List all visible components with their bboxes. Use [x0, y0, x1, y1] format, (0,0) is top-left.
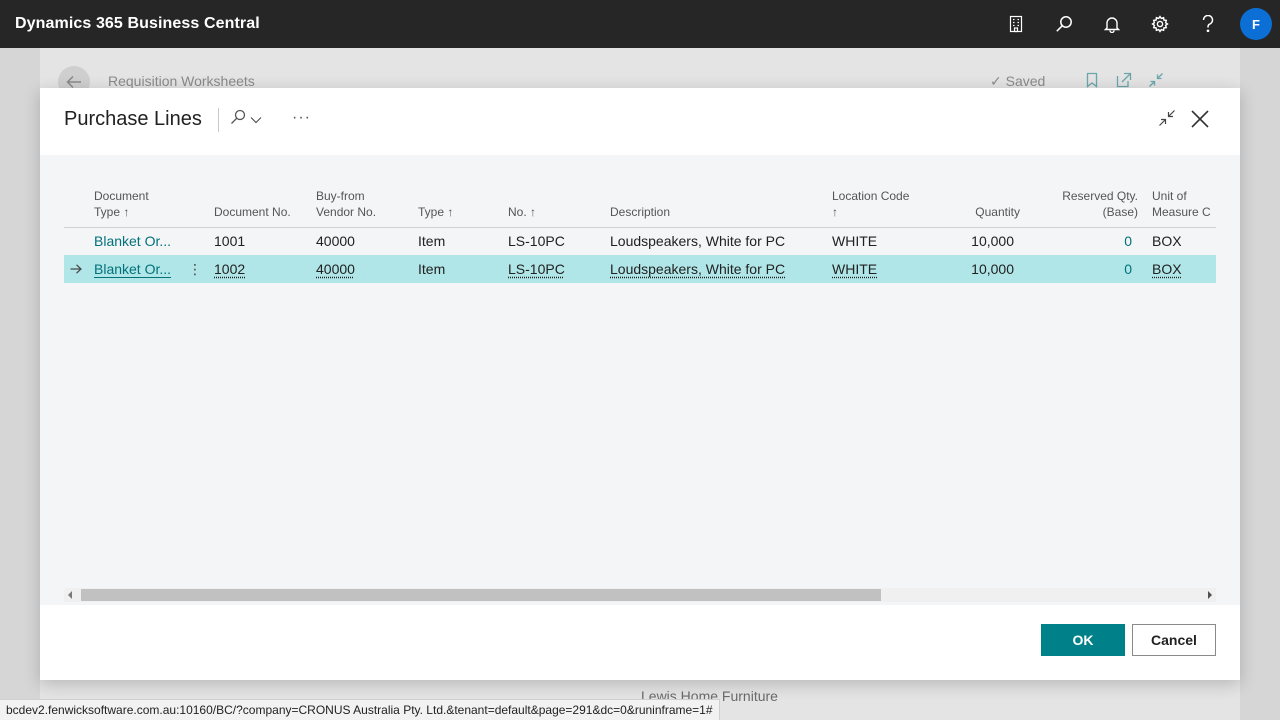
reserved-qty-cell[interactable]: 0 [1028, 227, 1146, 255]
quantity-cell: 10,000 [948, 255, 1028, 283]
table-header-row: Document Type ↑ Document No. Buy-from Vend… [64, 171, 1216, 228]
location-code-cell: WHITE [826, 255, 948, 283]
header-line: Reserved Qty. [1062, 188, 1138, 203]
column-header-unit-of-measure[interactable]: Unit of Measure C [1146, 171, 1216, 228]
company-building-icon[interactable] [992, 0, 1040, 48]
document-type-link[interactable]: Blanket Or... [94, 261, 171, 277]
search-icon[interactable] [1040, 0, 1088, 48]
quantity-cell: 10,000 [971, 233, 1014, 250]
scroll-left-arrow-icon[interactable] [68, 591, 72, 599]
app-title[interactable]: Dynamics 365 Business Central [15, 15, 260, 33]
horizontal-scrollbar[interactable] [64, 588, 1216, 602]
ok-button[interactable]: OK [1041, 624, 1125, 656]
vendor-no-cell: 40000 [316, 233, 355, 250]
purchase-lines-table: Document Type ↑ Document No. Buy-from Vend… [64, 171, 1216, 283]
unit-of-measure-cell: BOX [1146, 255, 1216, 283]
unit-of-measure-cell: BOX [1152, 233, 1182, 250]
column-header-description[interactable]: Description [604, 171, 826, 228]
row-indicator-header [64, 171, 88, 228]
column-header-location-code[interactable]: Location Code ↑ [826, 171, 948, 228]
search-icon [230, 109, 246, 130]
no-cell: LS-10PC [502, 255, 604, 283]
column-header-document-no[interactable]: Document No. [208, 171, 310, 228]
cancel-button[interactable]: Cancel [1132, 624, 1216, 656]
header-line: Buy-from [316, 188, 365, 203]
lines-grid-area: Document Type ↑ Document No. Buy-from Vend… [40, 155, 1240, 605]
row-selected-arrow-icon [64, 255, 88, 283]
browser-status-url: bcdev2.fenwicksoftware.com.au:10160/BC/?… [0, 699, 720, 720]
header-line: ↑ [832, 204, 838, 219]
description-cell: Loudspeakers, White for PC [604, 255, 826, 283]
header-line: Document [94, 188, 149, 203]
header-line: Location Code [832, 188, 910, 203]
header-line: Description [610, 204, 671, 219]
saved-label: Saved [1005, 73, 1046, 89]
column-header-vendor-no[interactable]: Buy-from Vendor No. [310, 171, 412, 228]
reserved-qty-cell[interactable]: 0 [1028, 255, 1146, 283]
more-options-ellipsis-icon[interactable]: ··· [292, 109, 311, 127]
header-line: Type ↑ [94, 204, 130, 219]
settings-gear-icon[interactable] [1136, 0, 1184, 48]
search-button[interactable] [230, 109, 262, 130]
document-no-cell: 1002 [208, 255, 310, 283]
dialog-header: Purchase Lines ··· [40, 88, 1240, 155]
description-cell: Loudspeakers, White for PC [610, 233, 786, 250]
vendor-no-cell: 40000 [310, 255, 412, 283]
header-line: Type ↑ [418, 204, 454, 219]
dialog-title: Purchase Lines [64, 108, 202, 130]
location-code-cell: WHITE [832, 233, 878, 250]
column-header-reserved-qty[interactable]: Reserved Qty. (Base) [1028, 171, 1146, 228]
header-line: Document No. [214, 204, 291, 219]
close-icon[interactable] [1189, 108, 1211, 135]
header-line: No. ↑ [508, 204, 537, 219]
header-line: (Base) [1102, 204, 1138, 219]
document-no-cell: 1001 [214, 233, 246, 250]
type-cell: Item [418, 233, 446, 250]
header-line: Vendor No. [316, 204, 377, 219]
column-header-quantity[interactable]: Quantity [948, 171, 1028, 228]
help-question-icon[interactable] [1184, 0, 1232, 48]
dialog-footer: OK Cancel [40, 605, 1240, 680]
notification-bell-icon[interactable] [1088, 0, 1136, 48]
row-actions-ellipsis-icon[interactable]: ⋮ [188, 259, 202, 279]
checkmark-icon: ✓ [990, 73, 1002, 89]
document-type-cell[interactable]: Blanket Or... [88, 227, 208, 255]
collapse-icon[interactable] [1158, 109, 1176, 132]
table-row-selected[interactable]: Blanket Or... ⋮ 1002 40000 Item LS-10PC … [64, 255, 1216, 283]
no-cell: LS-10PC [508, 233, 565, 250]
page-breadcrumb: Requisition Worksheets [108, 73, 255, 89]
chevron-down-icon [250, 111, 262, 129]
scroll-right-arrow-icon[interactable] [1208, 591, 1212, 599]
user-avatar[interactable]: F [1240, 8, 1272, 40]
column-header-type[interactable]: Type ↑ [412, 171, 502, 228]
app-bar-actions: F [992, 0, 1280, 48]
purchase-lines-dialog: Purchase Lines ··· Document Type ↑ Docum… [40, 88, 1240, 680]
column-header-no[interactable]: No. ↑ [502, 171, 604, 228]
header-divider [218, 108, 219, 132]
scrollbar-thumb[interactable] [81, 589, 881, 601]
type-cell: Item [412, 255, 502, 283]
app-bar: Dynamics 365 Business Central F [0, 0, 1280, 48]
table-row[interactable]: Blanket Or... 1001 40000 Item LS-10PC Lo… [64, 227, 1216, 255]
document-type-cell[interactable]: Blanket Or... ⋮ [88, 255, 208, 283]
header-line: Measure C [1152, 204, 1211, 219]
row-indicator [64, 227, 88, 255]
column-header-document-type[interactable]: Document Type ↑ [88, 171, 208, 228]
header-line: Unit of [1152, 188, 1187, 203]
header-line: Quantity [975, 204, 1020, 219]
